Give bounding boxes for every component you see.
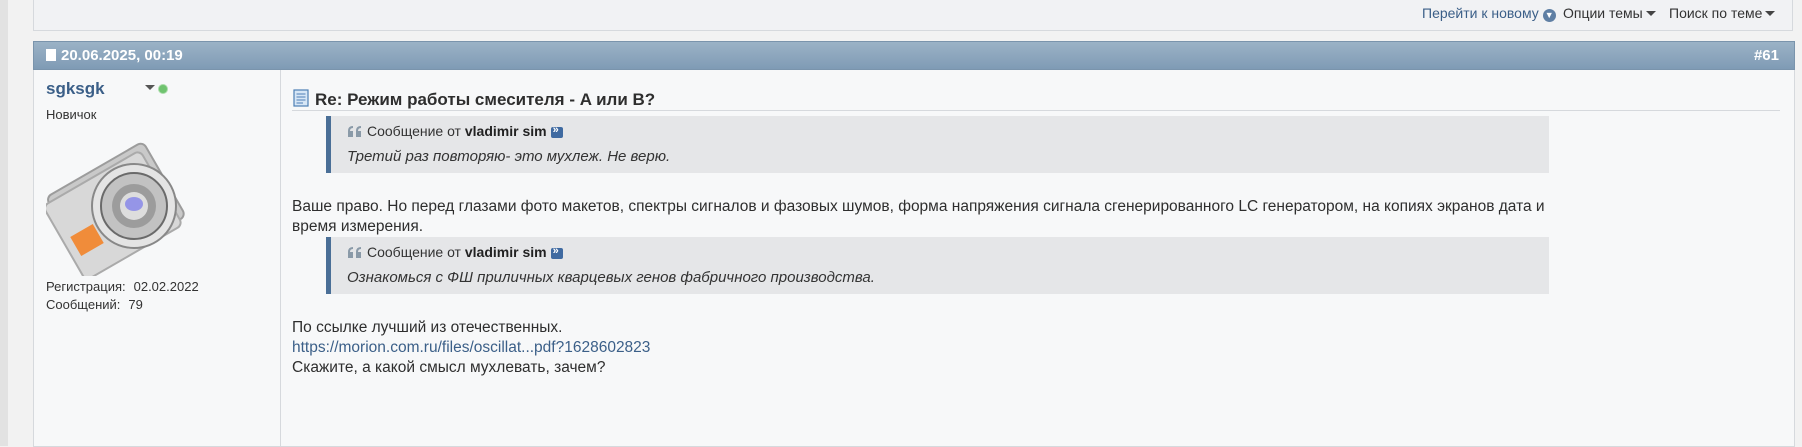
- messages-row: Сообщений: 79: [46, 297, 199, 312]
- post-body: Re: Режим работы смесителя - A или B? Со…: [292, 70, 1786, 446]
- quote-icon: [348, 247, 361, 258]
- external-link[interactable]: https://morion.com.ru/files/oscillat...p…: [292, 339, 650, 356]
- registration-value: 02.02.2022: [133, 279, 199, 294]
- quote-text: Третий раз повторяю- это мухлеж. Не верю…: [347, 148, 671, 165]
- quote-prefix: Сообщение от: [367, 123, 461, 139]
- quote-author: vladimir sim: [464, 123, 547, 139]
- post-date: 20.06.2025, 00:19: [46, 47, 183, 64]
- chevron-down-icon: [1645, 11, 1656, 16]
- message-line: Скажите, а какой смысл мухлевать, зачем?: [292, 359, 606, 376]
- document-icon: [46, 49, 56, 61]
- thread-options-label: Опции темы: [1563, 5, 1643, 21]
- registration-label: Регистрация:: [46, 279, 126, 294]
- quote-block: Сообщение от vladimir sim Ознакомься с Ф…: [326, 237, 1549, 294]
- page-gutter: [0, 0, 8, 446]
- message-line: По ссылке лучший из отечественных.: [292, 319, 563, 336]
- user-title: Новичок: [46, 107, 97, 122]
- goto-post-icon[interactable]: [550, 124, 563, 138]
- messages-value: 79: [128, 297, 143, 312]
- quote-icon: [348, 126, 361, 137]
- quote-author: vladimir sim: [464, 244, 547, 260]
- goto-newest-link[interactable]: Перейти к новому ▼: [1422, 5, 1556, 22]
- quote-text: Ознакомься с ФШ приличных кварцевых гено…: [347, 269, 875, 286]
- post-title: Re: Режим работы смесителя - A или B?: [292, 80, 1780, 111]
- user-info-panel: sgksgk Новичок Регистрация: 02.02.2022 Со…: [34, 70, 281, 446]
- arrow-down-circle-icon: ▼: [1542, 9, 1556, 22]
- quote-block: Сообщение от vladimir sim Третий раз пов…: [326, 116, 1549, 173]
- message-paragraph: По ссылке лучший из отечественных. https…: [292, 318, 1592, 378]
- user-stats: Регистрация: 02.02.2022 Сообщений: 79: [46, 279, 199, 315]
- post-document-icon: [293, 89, 309, 107]
- quote-header: Сообщение от vladimir sim: [347, 244, 563, 260]
- search-thread-label: Поиск по теме: [1669, 5, 1763, 21]
- post-title-text: Re: Режим работы смесителя - A или B?: [315, 90, 656, 109]
- quote-header: Сообщение от vladimir sim: [347, 123, 563, 139]
- online-status-icon: [158, 84, 168, 94]
- messages-label: Сообщений:: [46, 297, 121, 312]
- thread-container: Перейти к новому ▼ Опции темы Поиск по те…: [33, 0, 1795, 447]
- user-menu-chevron-icon[interactable]: [145, 85, 155, 90]
- goto-newest-label: Перейти к новому: [1422, 5, 1539, 21]
- quote-prefix: Сообщение от: [367, 244, 461, 260]
- post-date-text: 20.06.2025, 00:19: [61, 47, 183, 64]
- registration-row: Регистрация: 02.02.2022: [46, 279, 199, 294]
- message-paragraph: Ваше право. Но перед глазами фото макето…: [292, 198, 1545, 235]
- search-thread-menu[interactable]: Поиск по теме: [1669, 5, 1776, 21]
- post: sgksgk Новичок Регистрация: 02.02.2022 Со…: [33, 70, 1795, 447]
- chevron-down-icon: [1765, 11, 1776, 16]
- thread-toolbar: Перейти к новому ▼ Опции темы Поиск по те…: [33, 0, 1793, 31]
- avatar: [46, 142, 185, 276]
- thread-options-menu[interactable]: Опции темы: [1563, 5, 1656, 21]
- post-number-link[interactable]: #61: [1754, 47, 1779, 64]
- post-header: 20.06.2025, 00:19 #61: [33, 41, 1795, 70]
- username-link[interactable]: sgksgk: [46, 79, 105, 99]
- goto-post-icon[interactable]: [550, 245, 563, 259]
